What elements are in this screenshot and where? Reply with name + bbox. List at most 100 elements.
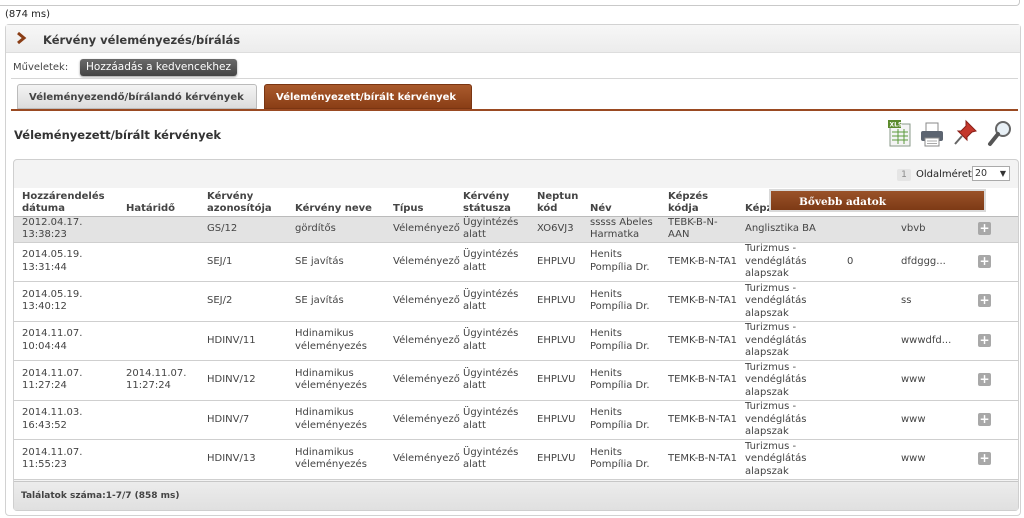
table-cell <box>118 439 199 480</box>
table-row[interactable]: 2014.05.19. 13:31:44 SEJ/1 SE javítás Vélem… <box>14 242 1018 282</box>
table-cell: wwwdfd... <box>893 321 951 361</box>
table-cell: Turizmus - vendéglátás alapszak <box>737 321 839 361</box>
table-row[interactable]: 2014.11.03. 16:43:52 HDINV/7 Hdinamikus vé… <box>14 400 1018 440</box>
table-cell <box>118 216 199 243</box>
table-cell: HDINV/13 <box>199 439 287 480</box>
table-cell: 2014.05.19. 13:31:44 <box>14 242 118 282</box>
table-cell: TEMK-B-N-TA1 <box>660 439 737 480</box>
table-cell: Véleményező <box>385 216 460 243</box>
table-cell: + <box>951 400 1018 440</box>
page-size-select[interactable]: 20 ▼ <box>972 166 1010 181</box>
column-header[interactable]: Neptun kód <box>529 188 582 217</box>
tab-reviewed[interactable]: Véleményezett/bírált kérvények <box>264 84 472 109</box>
add-favorite-button[interactable]: Hozzáadás a kedvencekhez <box>80 59 237 76</box>
table-cell: TEBK-B-N-AAN <box>660 216 737 243</box>
divider <box>11 78 1018 79</box>
grid-footer: Találatok száma:1-7/7 (858 ms) <box>14 481 1018 510</box>
table-cell: SEJ/1 <box>199 242 287 282</box>
table-cell: Véleményező <box>385 439 460 480</box>
table-cell: HDINV/11 <box>199 321 287 361</box>
table-cell: Turizmus - vendéglátás alapszak <box>737 439 839 480</box>
chevron-down-icon: ▼ <box>999 169 1006 178</box>
table-cell: 2012.04.17. 13:38:23 <box>14 216 118 243</box>
table-cell: 2014.11.07. 11:27:24 <box>118 360 199 401</box>
table-cell: Véleményező <box>385 321 460 361</box>
expand-row-button[interactable]: + <box>978 294 991 307</box>
table-cell: Véleményező <box>385 242 460 282</box>
table-row[interactable]: 2012.04.17. 13:38:23 GS/12 gördítős Vélemén… <box>14 216 1018 243</box>
chevron-right-icon[interactable] <box>15 31 27 45</box>
column-header[interactable]: Kérvény azonosítója <box>199 188 287 217</box>
grid-toolbar: 1 Oldalméret 20 ▼ <box>14 160 1018 188</box>
table-cell: vbvb <box>893 216 951 243</box>
main-panel: Kérvény véleményezés/bírálás Műveletek: … <box>5 24 1021 516</box>
page-size-value: 20 <box>975 168 988 179</box>
expand-row-button[interactable]: + <box>978 452 991 465</box>
timing-label: (874 ms) <box>5 9 51 20</box>
svg-text:XLS: XLS <box>890 122 903 129</box>
table-cell: TEMK-B-N-TA1 <box>660 242 737 282</box>
table-cell: ss <box>893 281 951 322</box>
table-cell: Henits Pompília Dr. <box>582 439 660 480</box>
table-cell: www <box>893 400 951 440</box>
table-cell <box>839 321 893 361</box>
table-cell: + <box>951 321 1018 361</box>
column-header[interactable]: Név <box>582 188 660 217</box>
table-cell: Véleményező <box>385 400 460 440</box>
table-cell: Henits Pompília Dr. <box>582 360 660 401</box>
table-cell: Anglisztika BA <box>737 216 839 243</box>
page-number[interactable]: 1 <box>897 169 911 181</box>
table-cell: + <box>951 360 1018 401</box>
column-header[interactable]: Határidő <box>118 188 199 217</box>
panel-header[interactable]: Kérvény véleményezés/bírálás <box>6 25 1020 53</box>
operations-label: Műveletek: <box>13 62 69 73</box>
table-cell: + <box>951 439 1018 480</box>
expand-row-button[interactable]: + <box>978 333 991 347</box>
print-icon[interactable] <box>918 118 946 150</box>
table-row[interactable]: 2014.11.07. 10:04:44 HDINV/11 Hdinamikus v… <box>14 321 1018 361</box>
results-count: Találatok száma:1-7/7 (858 ms) <box>21 491 180 501</box>
table-cell: Henits Pompília Dr. <box>582 281 660 322</box>
table-cell: Henits Pompília Dr. <box>582 400 660 440</box>
table-cell: TEMK-B-N-TA1 <box>660 360 737 401</box>
table-cell <box>118 321 199 361</box>
table-cell <box>839 439 893 480</box>
table-cell: 0 <box>839 242 893 282</box>
table-cell <box>118 281 199 322</box>
table-cell: SEJ/2 <box>199 281 287 322</box>
search-icon[interactable] <box>986 118 1014 150</box>
table-cell: Ügyintézés alatt <box>455 281 529 322</box>
table-cell: Turizmus - vendéglátás alapszak <box>737 360 839 401</box>
expand-row-button[interactable]: + <box>978 221 991 235</box>
column-header[interactable]: Képzés kódja <box>660 188 737 217</box>
expand-row-button[interactable]: + <box>978 254 991 268</box>
pin-icon[interactable] <box>952 118 980 150</box>
table-cell: SE javítás <box>287 242 385 282</box>
expand-row-button[interactable]: + <box>978 373 991 386</box>
table-cell: TEMK-B-N-TA1 <box>660 321 737 361</box>
table-row[interactable]: 2014.05.19. 13:40:12 SEJ/2 SE javítás Vélem… <box>14 281 1018 322</box>
table-cell: TEMK-B-N-TA1 <box>660 400 737 440</box>
column-header[interactable]: Hozzárendelés dátuma <box>14 188 118 217</box>
more-details-popup[interactable]: Bővebb adatok <box>769 189 986 212</box>
table-cell: TEMK-B-N-TA1 <box>660 281 737 322</box>
table-cell <box>839 400 893 440</box>
column-header[interactable]: Típus <box>385 188 455 217</box>
table-cell: www <box>893 439 951 480</box>
table-cell: www <box>893 360 951 401</box>
table-cell: Hdinamikus véleményezés <box>287 400 385 440</box>
table-cell: EHPLVU <box>529 360 582 401</box>
section-title: Véleményezett/bírált kérvények <box>14 128 222 142</box>
table-row[interactable]: 2014.11.07. 11:55:23 HDINV/13 Hdinamikus v… <box>14 439 1018 480</box>
table-cell <box>839 281 893 322</box>
column-header[interactable]: Kérvény státusza <box>455 188 529 217</box>
table-cell: Ügyintézés alatt <box>455 360 529 401</box>
tab-pending-reviews[interactable]: Véleményezendő/bírálandó kérvények <box>17 84 257 109</box>
table-row[interactable]: 2014.11.07. 11:27:24 2014.11.07. 11:27:24… <box>14 360 1018 401</box>
excel-export-icon[interactable]: XLS <box>886 118 914 150</box>
table-cell: EHPLVU <box>529 281 582 322</box>
table-cell: 2014.05.19. 13:40:12 <box>14 281 118 322</box>
expand-row-button[interactable]: + <box>978 412 991 426</box>
table-cell: + <box>951 281 1018 322</box>
column-header[interactable]: Kérvény neve <box>287 188 385 217</box>
